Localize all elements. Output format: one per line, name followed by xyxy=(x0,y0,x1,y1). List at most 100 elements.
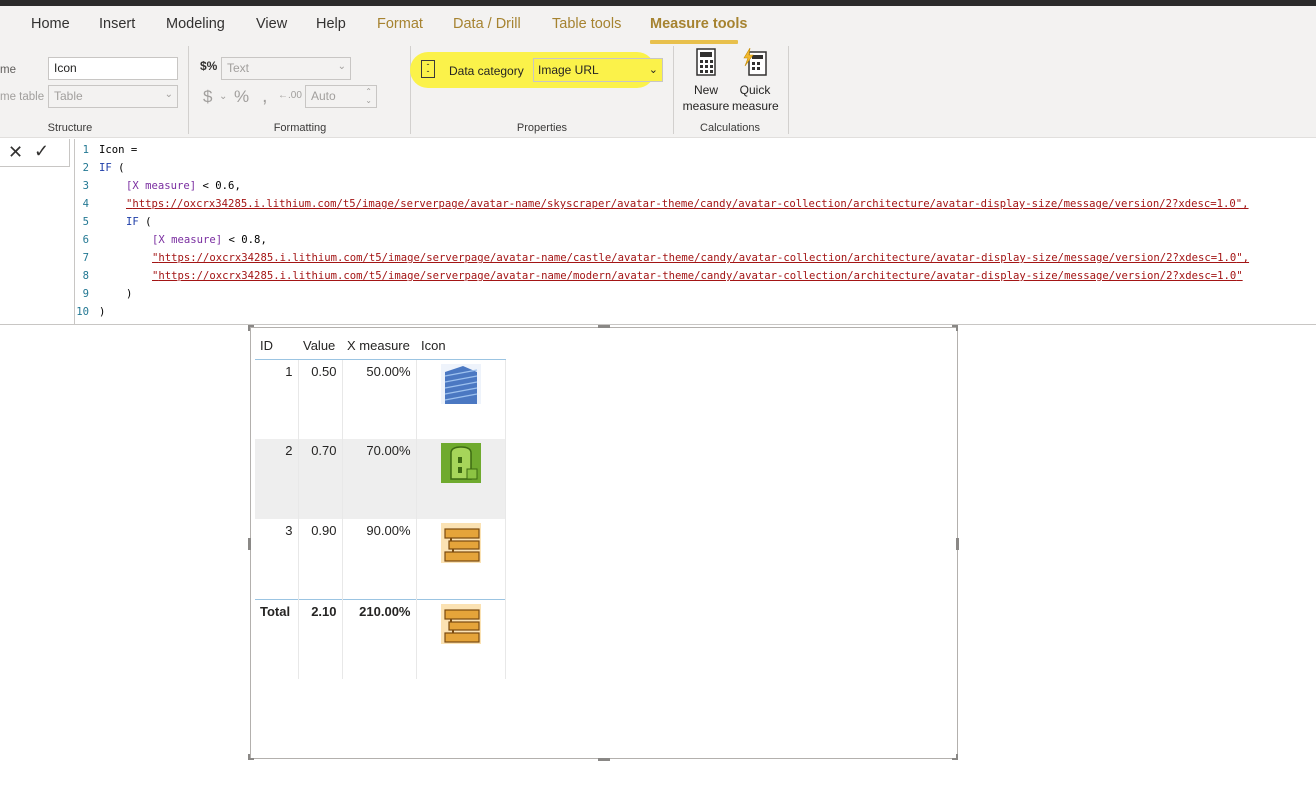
code-line: ) xyxy=(126,288,133,300)
column-header[interactable]: Icon xyxy=(416,333,505,360)
chevron-down-icon: ⌄ xyxy=(648,64,658,76)
structure-group-title: Structure xyxy=(47,122,93,134)
tab-insert[interactable]: Insert xyxy=(99,16,135,32)
close-icon[interactable]: ✕ xyxy=(8,142,23,163)
resize-handle[interactable] xyxy=(956,538,959,550)
code-line: "https://oxcrx34285.i.lithium.com/t5/ima… xyxy=(126,198,1249,210)
table-row: 2 0.70 70.00% xyxy=(255,439,506,519)
code-line: IF ( xyxy=(99,162,125,174)
resize-handle[interactable] xyxy=(598,325,610,328)
code-quote: ", xyxy=(1236,252,1250,264)
name-input[interactable]: Icon xyxy=(48,57,178,80)
checkmark-icon[interactable]: ✓ xyxy=(34,141,49,162)
tab-table-tools[interactable]: Table tools xyxy=(552,16,621,32)
line-number: 4 xyxy=(82,198,89,210)
divider xyxy=(788,46,789,134)
code-string-url: https://oxcrx34285.i.lithium.com/t5/imag… xyxy=(132,198,1236,210)
resize-handle[interactable] xyxy=(248,325,254,331)
resize-handle[interactable] xyxy=(598,758,610,761)
formula-commit-area: ✕ ✓ xyxy=(0,139,70,167)
home-table-dropdown[interactable]: Table ⌄ xyxy=(48,85,178,108)
code-quote: " xyxy=(1236,270,1243,282)
percent-icon[interactable]: % xyxy=(234,87,249,107)
cell-icon xyxy=(416,519,506,599)
line-number: 3 xyxy=(82,180,89,192)
code-text: ( xyxy=(138,216,152,228)
properties-group-title: Properties xyxy=(516,122,568,134)
code-string-url: https://oxcrx34285.i.lithium.com/t5/imag… xyxy=(158,270,1237,282)
quick-measure-button[interactable]: Quick measure xyxy=(732,48,779,114)
line-number: 9 xyxy=(82,288,89,300)
castle-icon xyxy=(440,443,481,483)
quick-measure-label-2: measure xyxy=(732,99,779,113)
comma-style-icon[interactable]: , xyxy=(262,85,268,108)
tab-format[interactable]: Format xyxy=(377,16,423,32)
data-category-dropdown[interactable]: Image URL ⌄ xyxy=(533,58,663,82)
line-number: 7 xyxy=(82,252,89,264)
decimal-places-value: Auto xyxy=(311,89,336,103)
code-text: < 0.8, xyxy=(222,234,267,246)
code-keyword: IF xyxy=(126,216,139,228)
new-measure-button[interactable]: New measure xyxy=(682,48,730,114)
formula-editor[interactable]: 1 2 3 4 5 6 7 8 9 10 Icon = IF ( [X meas… xyxy=(74,139,1316,325)
table-row: 3 0.90 90.00% xyxy=(255,519,506,599)
cell-icon xyxy=(416,598,506,679)
cell-id: 1 xyxy=(255,359,299,439)
chevron-down-icon[interactable]: ⌄ xyxy=(219,91,227,102)
tab-measure-tools[interactable]: Measure tools xyxy=(650,16,748,32)
table-header-row: ID Value X measure Icon xyxy=(255,333,505,360)
cell-value: 0.50 xyxy=(298,359,343,439)
table-row: 1 0.50 50.00% xyxy=(255,359,506,439)
format-currency-icon[interactable]: $% xyxy=(200,59,217,73)
code-string-url: https://oxcrx34285.i.lithium.com/t5/imag… xyxy=(158,252,1237,264)
line-number: 8 xyxy=(82,270,89,282)
data-category-value: Image URL xyxy=(538,63,599,77)
line-number: 6 xyxy=(82,234,89,246)
column-header[interactable]: Value xyxy=(298,333,342,360)
data-table: ID Value X measure Icon 1 0.50 50.00% 2 … xyxy=(255,333,506,679)
cell-icon xyxy=(416,439,506,519)
cell-total-label: Total xyxy=(255,598,299,679)
column-header[interactable]: X measure xyxy=(342,333,416,360)
tab-home[interactable]: Home xyxy=(31,16,70,32)
calculations-group-title: Calculations xyxy=(700,122,760,134)
currency-icon[interactable]: $ xyxy=(203,87,212,107)
line-number: 5 xyxy=(82,216,89,228)
decimal-places-icon[interactable]: ←.00 xyxy=(278,90,302,101)
cell-x-measure: 70.00% xyxy=(342,439,417,519)
format-value: Text xyxy=(227,61,250,75)
format-dropdown[interactable]: Text ⌄ xyxy=(221,57,351,80)
divider xyxy=(188,46,189,134)
spinner-arrows-icon[interactable]: ⌃ ⌄ xyxy=(365,87,372,105)
resize-handle[interactable] xyxy=(248,538,251,550)
tab-data-drill[interactable]: Data / Drill xyxy=(453,16,521,32)
column-header[interactable]: ID xyxy=(255,333,298,360)
modern-building-icon xyxy=(440,603,481,644)
cell-total-x-measure: 210.00% xyxy=(342,598,417,679)
decimal-places-spinner[interactable]: Auto ⌃ ⌄ xyxy=(305,85,377,108)
home-table-value: Table xyxy=(54,89,83,103)
divider xyxy=(410,46,411,134)
line-number: 2 xyxy=(82,162,89,174)
resize-handle[interactable] xyxy=(952,754,958,760)
new-measure-label-2: measure xyxy=(682,99,730,113)
cell-x-measure: 90.00% xyxy=(342,519,417,599)
code-line: [X measure] < 0.6, xyxy=(126,180,241,192)
code-line: Icon = xyxy=(99,144,138,156)
calculator-icon xyxy=(696,48,716,76)
resize-handle[interactable] xyxy=(248,754,254,760)
home-table-label: me table xyxy=(0,91,45,103)
new-measure-label-1: New xyxy=(693,83,718,97)
skyscraper-icon xyxy=(440,363,481,404)
data-category-icon: ‐ ‐ xyxy=(421,60,435,78)
tab-help[interactable]: Help xyxy=(316,16,346,32)
code-field: [X measure] xyxy=(152,234,223,246)
code-line: ) xyxy=(99,306,106,318)
code-line: "https://oxcrx34285.i.lithium.com/t5/ima… xyxy=(152,270,1243,282)
tab-view[interactable]: View xyxy=(256,16,287,32)
code-quote: ", xyxy=(1235,198,1249,210)
resize-handle[interactable] xyxy=(952,325,958,331)
code-text: < 0.6, xyxy=(196,180,241,192)
tab-modeling[interactable]: Modeling xyxy=(166,16,225,32)
quick-calculator-icon xyxy=(743,48,767,76)
